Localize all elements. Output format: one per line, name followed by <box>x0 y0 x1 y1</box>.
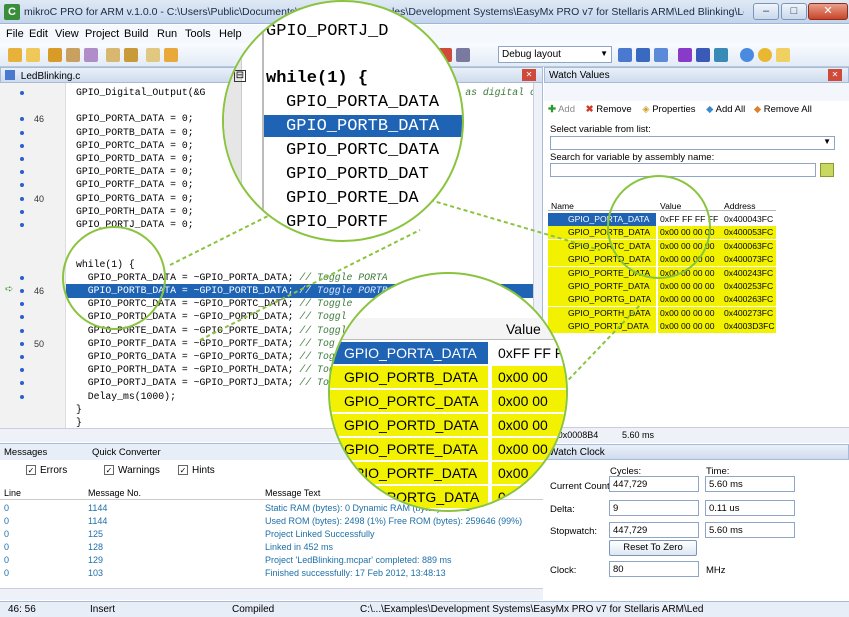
zoom-var-value: 0xFF FF F <box>498 345 564 361</box>
zoom-gutter <box>224 2 242 240</box>
zoom-code-line: GPIO_PORTF <box>286 213 389 232</box>
zoom-table-row: GPIO_PORTD_DATA 0x00 00 <box>330 414 566 436</box>
zoom-table-row: GPIO_PORTE_DATA 0x00 00 <box>330 438 566 460</box>
zoom-value-header: Value <box>506 321 541 337</box>
fold-icon[interactable]: ⊟ <box>234 70 246 82</box>
zoom-var-value: 0x00 00 <box>498 369 548 385</box>
zoom-source-circle <box>607 175 711 279</box>
zoom-while-line: while(1) { <box>266 69 369 88</box>
zoom-var-name: GPIO_PORTB_DATA <box>344 369 478 385</box>
zoom-var-value: 0x00 00 <box>498 441 548 457</box>
zoom-code-circle: GPIO_PORTJ_D while(1) { ⊟ GPIO_PORTA_DAT… <box>222 0 464 242</box>
zoom-table-header: Value <box>330 318 566 340</box>
zoom-portj-line: GPIO_PORTJ_D <box>266 22 389 41</box>
zoom-var-name: GPIO_PORTE_DATA <box>344 441 478 457</box>
zoom-var-name: GPIO_PORTG_DATA <box>344 489 480 505</box>
zoom-code-line: GPIO_PORTC_DATA <box>286 141 440 160</box>
zoom-table-row: GPIO_PORTG_DATA 0 <box>330 486 566 508</box>
zoom-var-name: GPIO_PORTF_DATA <box>344 465 478 481</box>
zoom-table-circle: Value GPIO_PORTA_DATA 0xFF FF F GPIO_PORTB… <box>328 272 568 512</box>
zoom-table-row: GPIO_PORTB_DATA 0x00 00 <box>330 366 566 388</box>
zoom-code-line: GPIO_PORTD_DAT <box>286 165 429 184</box>
zoom-var-value: 0x00 00 <box>498 417 548 433</box>
zoom-table-row: GPIO_PORTA_DATA 0xFF FF F <box>330 342 566 364</box>
zoom-var-name: GPIO_PORTD_DATA <box>344 417 479 433</box>
zoom-var-value: 0x00 00 <box>498 393 548 409</box>
zoom-var-value: 0x00 <box>498 465 529 481</box>
zoom-code-line: GPIO_PORTB_DATA <box>286 117 440 136</box>
zoom-var-value: 0 <box>498 489 506 505</box>
connector-line <box>429 199 601 251</box>
zoom-code-line: GPIO_PORTE_DA <box>286 189 419 208</box>
zoom-table-row: GPIO_PORTC_DATA 0x00 00 <box>330 390 566 412</box>
zoom-var-name: GPIO_PORTA_DATA <box>344 345 477 361</box>
zoom-source-circle <box>62 226 166 330</box>
zoom-var-name: GPIO_PORTC_DATA <box>344 393 479 409</box>
zoom-code-line: GPIO_PORTA_DATA <box>286 93 440 112</box>
zoom-table-row: GPIO_PORTF_DATA 0x00 <box>330 462 566 484</box>
